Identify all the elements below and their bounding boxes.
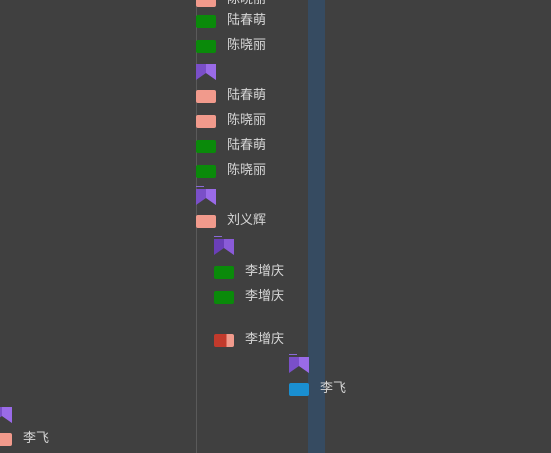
item-label: 李增庆 [245,264,285,279]
bookmark-flag-icon[interactable] [196,64,216,82]
color-tag-icon [196,139,216,153]
color-tag-icon [214,290,234,304]
list-item[interactable]: 陈晓丽 [196,162,266,180]
color-tag-icon [196,164,216,178]
list-item[interactable]: 李增庆 [214,263,284,281]
item-label: 李增庆 [245,289,285,304]
list-item[interactable]: 李增庆 [214,331,284,349]
item-label: 陈晓丽 [227,0,266,9]
item-label: 李飞 [23,431,50,446]
color-tag-icon [196,39,216,53]
list-item[interactable]: 陈晓丽 [196,112,266,130]
list-item[interactable]: 陆春萌 [196,12,266,30]
list-item[interactable]: 陆春萌 [196,137,266,155]
item-label: 陆春萌 [227,13,267,28]
bookmark-flag-icon[interactable] [0,407,12,425]
item-label: 陈晓丽 [227,38,267,53]
branch-tick [289,354,297,355]
item-label: 陈晓丽 [227,163,267,178]
bookmark-flag-icon[interactable] [289,357,309,375]
bookmark-flag-icon[interactable] [214,239,234,257]
list-item[interactable]: 李飞 [0,430,49,448]
branch-tick [196,186,204,187]
list-item[interactable]: 李飞 [289,380,346,398]
item-label: 李增庆 [245,332,285,347]
color-tag-icon [196,89,216,103]
list-item[interactable]: 刘义辉 [196,212,266,230]
color-tag-icon [214,333,234,347]
bookmark-flag-icon[interactable] [196,189,216,207]
item-label: 陆春萌 [227,138,267,153]
list-item[interactable]: 陈晓丽 [196,0,266,9]
color-tag-icon [196,214,216,228]
branch-tick [214,236,222,237]
color-tag-icon [214,265,234,279]
color-tag-icon [196,14,216,28]
color-tag-icon [196,0,216,7]
item-label: 陆春萌 [227,88,267,103]
item-label: 陈晓丽 [227,113,267,128]
list-item[interactable]: 李增庆 [214,288,284,306]
item-label: 李飞 [320,381,347,396]
color-tag-icon [196,114,216,128]
list-item[interactable]: 陆春萌 [196,87,266,105]
list-item[interactable]: 陈晓丽 [196,37,266,55]
color-tag-icon [289,382,309,396]
color-tag-icon [0,432,12,446]
item-label: 刘义辉 [227,213,267,228]
